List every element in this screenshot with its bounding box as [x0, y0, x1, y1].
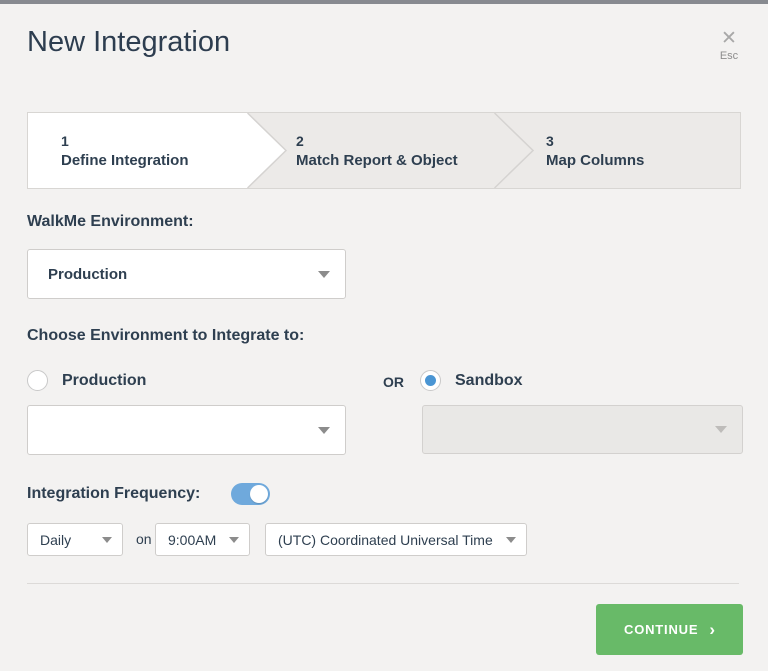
chevron-right-icon: › — [709, 623, 715, 636]
step-separator-chevron — [247, 113, 287, 188]
walkme-environment-value: Production — [48, 266, 127, 283]
sandbox-radio-label: Sandbox — [455, 372, 523, 390]
toggle-knob — [250, 485, 268, 503]
frequency-interval-dropdown[interactable]: Daily — [27, 523, 123, 556]
wizard-steps: 1 Define Integration 2 Match Report & Ob… — [27, 112, 741, 189]
frequency-time-dropdown[interactable]: 9:00AM — [155, 523, 250, 556]
walkme-environment-label: WalkMe Environment: — [27, 213, 194, 231]
on-label: on — [136, 523, 152, 556]
continue-button-label: CONTINUE — [624, 622, 698, 637]
wizard-step-map-columns[interactable]: 3 Map Columns — [546, 113, 644, 188]
chevron-down-icon — [506, 537, 516, 543]
step-number: 1 — [61, 133, 189, 149]
esc-hint-label: Esc — [714, 50, 744, 62]
or-label: OR — [383, 374, 404, 390]
wizard-step-match-report-object[interactable]: 2 Match Report & Object — [296, 113, 458, 188]
chevron-down-icon — [318, 427, 330, 434]
close-icon: ✕ — [714, 29, 744, 48]
wizard-step-define-integration[interactable]: 1 Define Integration — [61, 113, 189, 188]
sandbox-radio-option[interactable]: Sandbox — [420, 370, 523, 391]
frequency-interval-value: Daily — [40, 532, 71, 548]
footer-divider — [27, 583, 739, 584]
page-title: New Integration — [27, 26, 230, 59]
frequency-time-value: 9:00AM — [168, 532, 216, 548]
step-label: Define Integration — [61, 152, 189, 169]
integration-frequency-label: Integration Frequency: — [27, 485, 200, 503]
chevron-down-icon — [229, 537, 239, 543]
production-environment-dropdown[interactable] — [27, 405, 346, 455]
production-radio-option[interactable]: Production — [27, 370, 146, 391]
radio-unchecked-icon[interactable] — [27, 370, 48, 391]
close-button[interactable]: ✕ Esc — [714, 29, 744, 62]
window-top-edge — [0, 0, 768, 4]
frequency-timezone-value: (UTC) Coordinated Universal Time — [278, 532, 493, 548]
step-number: 3 — [546, 133, 644, 149]
step-label: Map Columns — [546, 152, 644, 169]
continue-button[interactable]: CONTINUE › — [596, 604, 743, 655]
step-separator-chevron — [494, 113, 534, 188]
walkme-environment-dropdown[interactable]: Production — [27, 249, 346, 299]
chevron-down-icon — [318, 271, 330, 278]
choose-environment-label: Choose Environment to Integrate to: — [27, 327, 304, 345]
chevron-down-icon — [102, 537, 112, 543]
sandbox-environment-dropdown-disabled — [422, 405, 743, 454]
chevron-down-icon — [715, 426, 727, 433]
new-integration-modal: New Integration ✕ Esc 1 Define Integrati… — [0, 0, 768, 671]
step-label: Match Report & Object — [296, 152, 458, 169]
step-number: 2 — [296, 133, 458, 149]
radio-checked-icon[interactable] — [420, 370, 441, 391]
frequency-toggle-on[interactable] — [231, 483, 270, 505]
production-radio-label: Production — [62, 372, 146, 390]
frequency-timezone-dropdown[interactable]: (UTC) Coordinated Universal Time — [265, 523, 527, 556]
